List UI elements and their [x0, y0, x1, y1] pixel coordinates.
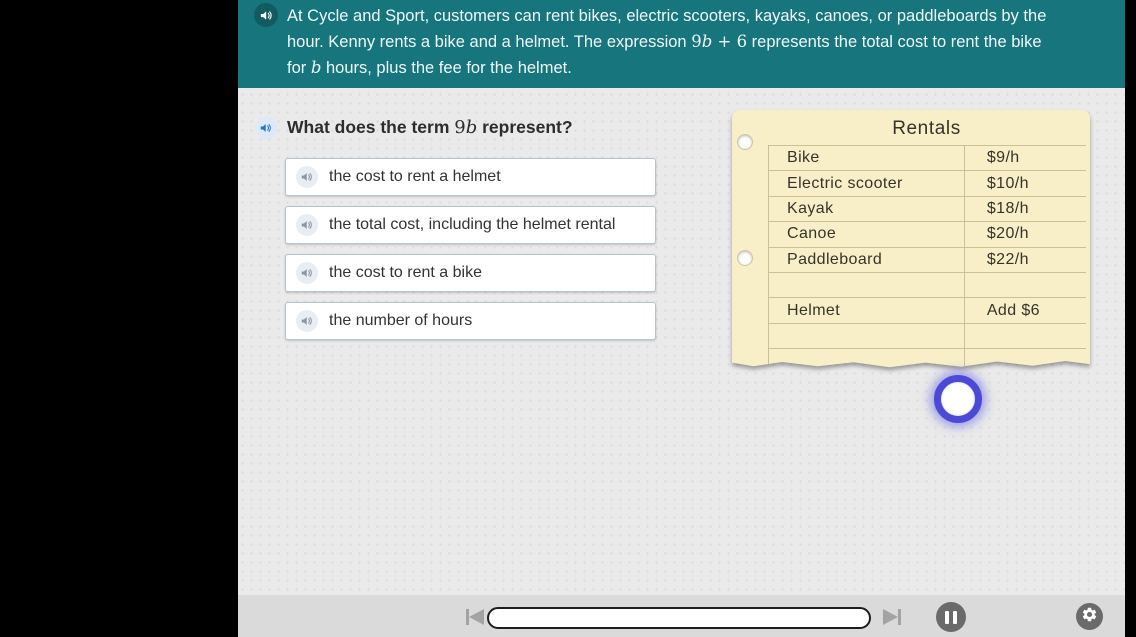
answer-option-1[interactable]: the cost to rent a helmet	[285, 158, 656, 196]
rental-item: Paddleboard	[787, 250, 883, 268]
skip-forward-icon	[898, 609, 901, 625]
rental-price: $22/h	[986, 250, 1029, 268]
answer-list: the cost to rent a helmet the total cost…	[285, 158, 656, 340]
notepad-title: Rentals	[892, 118, 961, 139]
skip-forward-icon	[883, 609, 898, 625]
answer-label: the total cost, including the helmet ren…	[329, 216, 616, 233]
table-row: Helmet Add $6	[769, 298, 1086, 324]
rental-item: Kayak	[787, 199, 834, 217]
pause-icon	[953, 610, 957, 624]
speaker-icon	[300, 170, 314, 184]
lesson-canvas: At Cycle and Sport, customers can rent b…	[238, 0, 1125, 637]
rental-item: Helmet	[787, 301, 841, 319]
rental-price: $18/h	[986, 199, 1029, 217]
speaker-icon	[300, 314, 314, 328]
answer-option-2[interactable]: the total cost, including the helmet ren…	[285, 206, 656, 244]
settings-button[interactable]	[1076, 603, 1103, 630]
table-row	[769, 323, 1086, 350]
table-row: Bike $9/h	[769, 146, 1086, 172]
audio-progress-bar[interactable]	[487, 607, 871, 629]
speaker-icon	[259, 8, 274, 23]
app-window: At Cycle and Sport, customers can rent b…	[0, 0, 1136, 637]
skip-forward-button[interactable]	[883, 609, 901, 625]
skip-back-button[interactable]	[466, 609, 484, 625]
rentals-notepad: Rentals Bike $9/h Electric scooter $10/h…	[732, 110, 1090, 372]
rental-price: $20/h	[986, 225, 1029, 243]
table-row	[769, 349, 1086, 368]
table-row: Canoe $20/h	[769, 222, 1086, 248]
problem-banner: At Cycle and Sport, customers can rent b…	[238, 0, 1125, 88]
answer-audio-button[interactable]	[296, 166, 318, 188]
hole-punch	[737, 250, 753, 266]
table-row: Electric scooter $10/h	[769, 171, 1086, 197]
table-row	[769, 272, 1086, 299]
pause-button[interactable]	[936, 602, 966, 632]
answer-label: the cost to rent a bike	[329, 264, 482, 281]
problem-audio-button[interactable]	[254, 3, 278, 27]
rental-price: $10/h	[986, 174, 1029, 192]
answer-option-3[interactable]: the cost to rent a bike	[285, 254, 656, 292]
rental-price: $9/h	[986, 149, 1020, 167]
gear-icon	[1081, 606, 1098, 628]
rental-price: Add $6	[986, 301, 1040, 319]
question-text: What does the term 9b represent?	[287, 117, 573, 138]
skip-back-icon	[469, 609, 484, 625]
speaker-icon	[300, 218, 314, 232]
speaker-icon	[259, 121, 273, 135]
problem-text: At Cycle and Sport, customers can rent b…	[287, 7, 1047, 77]
rental-item: Canoe	[787, 225, 837, 243]
answer-audio-button[interactable]	[296, 214, 318, 236]
answer-label: the cost to rent a helmet	[329, 168, 501, 185]
table-row: Kayak $18/h	[769, 196, 1086, 223]
answer-label: the number of hours	[329, 312, 473, 329]
highlight-circle[interactable]	[934, 375, 982, 423]
answer-audio-button[interactable]	[296, 310, 318, 332]
rental-item: Bike	[787, 149, 820, 167]
question-audio-button[interactable]	[255, 117, 277, 139]
answer-audio-button[interactable]	[296, 262, 318, 284]
hole-punch	[737, 134, 753, 150]
playback-bar	[238, 595, 1125, 637]
speaker-icon	[300, 266, 314, 280]
table-row: Paddleboard $22/h	[769, 247, 1086, 273]
pause-icon	[945, 610, 949, 624]
rentals-table: Bike $9/h Electric scooter $10/h Kayak $…	[768, 145, 1086, 368]
rental-item: Electric scooter	[787, 174, 903, 192]
answer-option-4[interactable]: the number of hours	[285, 302, 656, 340]
